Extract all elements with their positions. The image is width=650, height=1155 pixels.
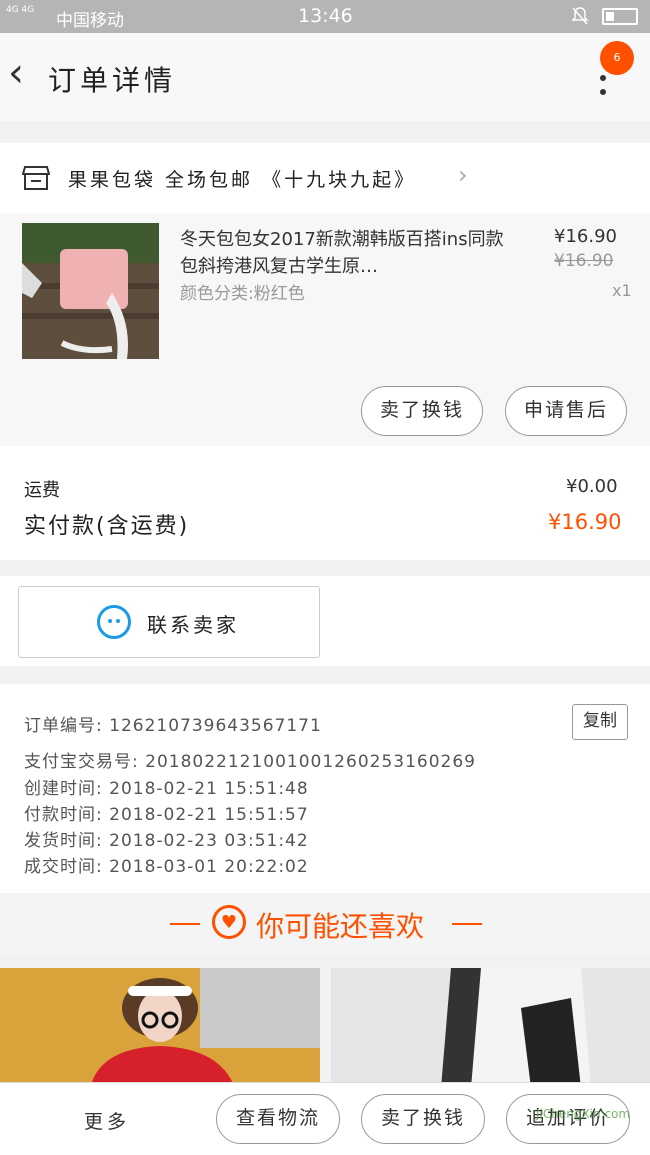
contact-seller-button[interactable]: 联系卖家 — [18, 586, 320, 658]
view-logistics-button[interactable]: 查看物流 — [216, 1094, 340, 1144]
paid-value: ¥16.90 — [548, 510, 622, 534]
order-number: 订单编号: 126210739643567171 — [24, 716, 322, 736]
more-menu-icon[interactable] — [600, 75, 608, 103]
status-bar: 4G 4G 中国移动 13:46 — [0, 0, 650, 33]
watermark: JiChengXin.com — [536, 1107, 631, 1121]
paid-time: 付款时间: 2018-02-21 15:51:57 — [24, 805, 309, 825]
heart-icon: ♥ — [212, 905, 246, 939]
shipping-value: ¥0.00 — [566, 476, 618, 497]
paid-label: 实付款(含运费) — [24, 514, 190, 539]
message-badge[interactable]: 6 — [600, 41, 634, 75]
divider-right — [452, 923, 482, 925]
product-thumbnail[interactable] — [22, 223, 159, 359]
product-price: ¥16.90 — [554, 226, 617, 247]
nav-bar: ‹ 订单详情 6 — [0, 33, 650, 121]
product-sku: 颜色分类:粉红色 — [180, 284, 305, 304]
shipped-time: 发货时间: 2018-02-23 03:51:42 — [24, 831, 309, 851]
order-info: 订单编号: 126210739643567171 复制 支付宝交易号: 2018… — [0, 684, 650, 893]
order-item: 冬天包包女2017新款潮韩版百搭ins同款包斜挎港风复古学生原… 颜色分类:粉红… — [0, 213, 650, 446]
contact-seller-label: 联系卖家 — [147, 613, 239, 637]
recommend-item-image[interactable] — [331, 968, 650, 1088]
alipay-trade-number: 支付宝交易号: 2018022121001001260253160269 — [24, 752, 476, 772]
product-original-price: ¥16.90 — [554, 251, 614, 271]
bottom-action-bar: 更多 查看物流 卖了换钱 追加评价 JiChengXin.com — [0, 1082, 650, 1155]
after-sales-button[interactable]: 申请售后 — [505, 386, 627, 436]
recommend-item-image[interactable] — [0, 968, 320, 1088]
shop-name: 果果包袋 全场包邮 《十九块九起》 — [68, 169, 417, 191]
battery-icon — [602, 8, 638, 25]
sell-button[interactable]: 卖了换钱 — [361, 386, 483, 436]
chevron-right-icon: › — [458, 161, 468, 189]
chat-bubble-icon — [97, 605, 131, 639]
contact-section: 联系卖家 — [0, 576, 650, 666]
more-button[interactable]: 更多 — [84, 1107, 130, 1134]
copy-button[interactable]: 复制 — [572, 704, 628, 740]
completed-time: 成交时间: 2018-03-01 20:22:02 — [24, 857, 309, 877]
divider-left — [170, 923, 200, 925]
shop-row[interactable]: 果果包袋 全场包邮 《十九块九起》 › — [0, 143, 650, 213]
fee-summary: 运费 ¥0.00 实付款(含运费) ¥16.90 — [0, 446, 650, 560]
page-title: 订单详情 — [48, 64, 177, 97]
mute-bell-icon — [570, 6, 590, 31]
product-quantity: x1 — [612, 281, 632, 300]
created-time: 创建时间: 2018-02-21 15:51:48 — [24, 779, 309, 799]
sell-button[interactable]: 卖了换钱 — [361, 1094, 485, 1144]
shipping-label: 运费 — [24, 480, 60, 501]
status-time: 13:46 — [298, 5, 353, 27]
recommend-title: 你可能还喜欢 — [256, 910, 425, 943]
signal-indicator: 4G 4G — [6, 5, 35, 15]
back-arrow-icon[interactable]: ‹ — [8, 53, 24, 93]
product-title[interactable]: 冬天包包女2017新款潮韩版百搭ins同款包斜挎港风复古学生原… — [180, 226, 510, 280]
carrier-name: 中国移动 — [56, 11, 124, 31]
recommend-header: ♥ 你可能还喜欢 — [0, 893, 650, 955]
store-icon — [21, 165, 51, 191]
